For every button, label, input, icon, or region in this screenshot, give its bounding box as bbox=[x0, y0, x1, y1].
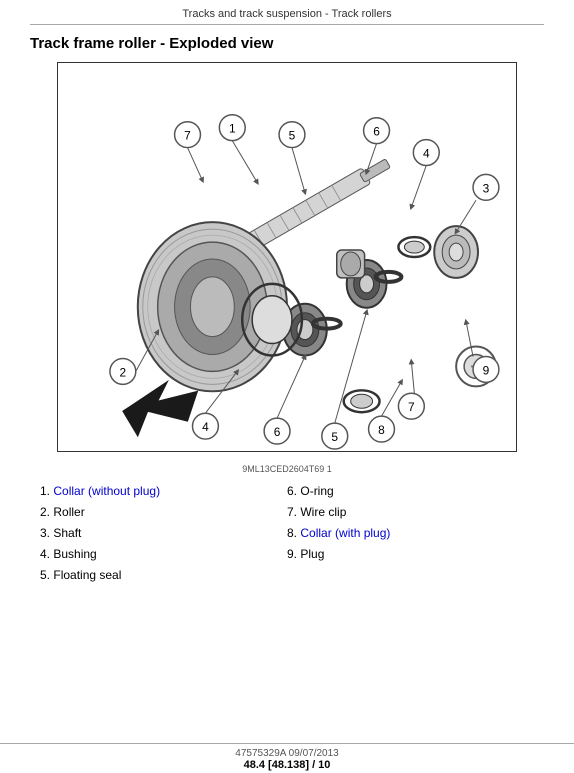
part-name: Roller bbox=[53, 505, 84, 519]
part-number: 2. bbox=[40, 505, 50, 519]
part-number: 4. bbox=[40, 547, 50, 561]
list-item: 8. Collar (with plug) bbox=[287, 524, 534, 542]
svg-text:7: 7 bbox=[408, 400, 415, 414]
page-header: Tracks and track suspension - Track roll… bbox=[30, 0, 544, 25]
diagram-caption: 9ML13CED2604T69 1 bbox=[30, 464, 544, 474]
page-container: Tracks and track suspension - Track roll… bbox=[0, 0, 574, 773]
part-number: 1. bbox=[40, 484, 50, 498]
list-item: 9. Plug bbox=[287, 545, 534, 563]
list-item: 2. Roller bbox=[40, 503, 287, 521]
footer-page-number: 48.4 [48.138] / 10 bbox=[0, 759, 574, 771]
svg-text:6: 6 bbox=[274, 425, 281, 439]
part-name: Collar (with plug) bbox=[300, 526, 390, 540]
section-title: Track frame roller - Exploded view bbox=[30, 35, 544, 52]
list-item: 4. Bushing bbox=[40, 545, 287, 563]
svg-text:2: 2 bbox=[120, 365, 127, 379]
part-number: 9. bbox=[287, 547, 297, 561]
parts-right-column: 6. O-ring 7. Wire clip 8. Collar (with p… bbox=[287, 482, 534, 587]
list-item: 7. Wire clip bbox=[287, 503, 534, 521]
svg-text:1: 1 bbox=[229, 122, 236, 136]
svg-text:7: 7 bbox=[184, 129, 191, 143]
svg-text:9: 9 bbox=[483, 363, 490, 377]
parts-left-column: 1. Collar (without plug) 2. Roller 3. Sh… bbox=[40, 482, 287, 587]
part-name: O-ring bbox=[300, 484, 333, 498]
list-item: 3. Shaft bbox=[40, 524, 287, 542]
part-number: 7. bbox=[287, 505, 297, 519]
part-name: Shaft bbox=[53, 526, 81, 540]
list-item: 1. Collar (without plug) bbox=[40, 482, 287, 500]
part-name: Floating seal bbox=[53, 568, 121, 582]
svg-text:3: 3 bbox=[483, 181, 490, 195]
svg-text:5: 5 bbox=[289, 129, 296, 143]
part-name: Plug bbox=[300, 547, 324, 561]
page-footer: 47575329A 09/07/2013 48.4 [48.138] / 10 bbox=[0, 743, 574, 773]
part-name: Bushing bbox=[53, 547, 96, 561]
parts-list: 1. Collar (without plug) 2. Roller 3. Sh… bbox=[30, 482, 544, 587]
header-title: Tracks and track suspension - Track roll… bbox=[182, 8, 391, 20]
part-number: 6. bbox=[287, 484, 297, 498]
list-item: 5. Floating seal bbox=[40, 566, 287, 584]
list-item: 6. O-ring bbox=[287, 482, 534, 500]
svg-text:8: 8 bbox=[378, 423, 385, 437]
part-number: 5. bbox=[40, 568, 50, 582]
part-name: Collar (without plug) bbox=[53, 484, 160, 498]
part-number: 8. bbox=[287, 526, 297, 540]
footer-doc-number: 47575329A 09/07/2013 bbox=[0, 748, 574, 759]
diagram-box: 7 1 5 6 4 3 2 4 6 bbox=[57, 62, 517, 452]
exploded-view-svg: 7 1 5 6 4 3 2 4 6 bbox=[58, 63, 516, 451]
svg-text:4: 4 bbox=[423, 147, 430, 161]
part-number: 3. bbox=[40, 526, 50, 540]
svg-text:6: 6 bbox=[373, 125, 380, 139]
svg-text:5: 5 bbox=[331, 430, 338, 444]
part-name: Wire clip bbox=[300, 505, 346, 519]
svg-text:4: 4 bbox=[202, 420, 209, 434]
